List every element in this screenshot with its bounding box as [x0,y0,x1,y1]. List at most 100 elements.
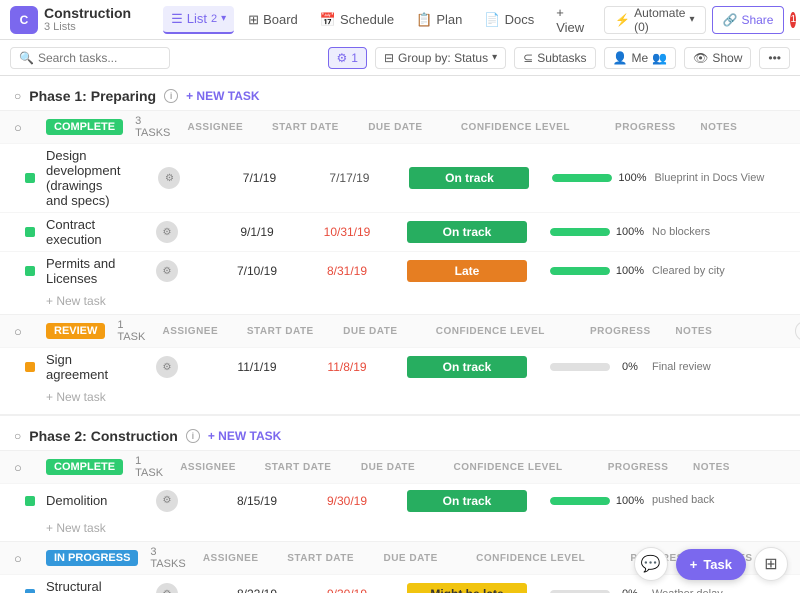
search-input[interactable] [38,51,158,65]
tab-view-label: + View [556,5,584,35]
app-subtitle: 3 Lists [44,21,135,34]
review-badge: REVIEW [46,323,105,339]
review-task-count: 1 TASK [117,319,145,343]
search-box[interactable]: 🔍 [10,47,170,69]
list-icon: ☰ [171,11,183,27]
tab-plan[interactable]: 📋 Plan [408,6,470,34]
assignee-cell: ⚙ [124,167,214,189]
phase2-complete-section: ○ COMPLETE 1 TASK ASSIGNEE START DATE DU… [0,450,800,541]
confidence-col-header2: CONFIDENCE LEVEL [415,326,565,337]
task-name[interactable]: Contract execution [46,217,122,247]
new-task-row3[interactable]: + New task [0,517,800,541]
table-row: Demolition ⚙ 8/15/19 9/30/19 On track 10… [0,483,800,517]
task-name[interactable]: Design development (drawings and specs) [46,148,124,208]
due-date-cell: 9/30/19 [302,587,392,593]
top-nav: C Construction 3 Lists ☰ List 2 ▾ ⊞ Boar… [0,0,800,40]
add-task-fab-button[interactable]: + Task [676,549,746,580]
main-content: ○ Phase 1: Preparing i + NEW TASK ○ COMP… [0,76,800,593]
phase2-new-task-button[interactable]: + NEW TASK [208,429,281,443]
phase1-header: ○ Phase 1: Preparing i + NEW TASK [0,76,800,110]
confidence-cell: On track [392,221,542,243]
tab-view[interactable]: + View [548,6,592,34]
app-icon: C [10,6,38,34]
assignee-cell: ⚙ [122,356,212,378]
assignee-cell: ⚙ [122,221,212,243]
table-row: Design development (drawings and specs) … [0,143,800,212]
start-date-cell: 9/1/19 [212,225,302,239]
review-toggle[interactable]: ○ [14,324,46,339]
chat-fab-button[interactable]: 💬 [634,547,668,581]
assignee-cell: ⚙ [122,260,212,282]
confidence-cell: On track [394,167,544,189]
task-dot [25,173,35,183]
phase1-new-task-button[interactable]: + NEW TASK [186,89,259,103]
more-button[interactable]: ••• [759,47,790,69]
grid-fab-button[interactable]: ⊞ [754,547,788,581]
notes-col-header2: NOTES [675,326,795,337]
phase1-toggle[interactable]: ○ [14,89,21,103]
tab-board[interactable]: ⊞ Board [240,6,306,34]
me-button[interactable]: 👤 Me 👥 [604,47,677,69]
confidence-badge: On track [409,167,529,189]
inprogress-badge: IN PROGRESS [46,550,138,566]
phase2-title: Phase 2: Construction [29,428,178,444]
phase2-header: ○ Phase 2: Construction i + NEW TASK [0,414,800,450]
more-icon: ••• [768,51,781,65]
task-name[interactable]: Demolition [46,493,122,508]
tab-docs-label: Docs [505,12,535,27]
phase2-info-icon[interactable]: i [186,429,200,443]
notes-cell: No blockers [652,225,772,239]
notes-cell: Cleared by city [652,264,772,278]
due-date-cell: 8/31/19 [302,264,392,278]
progress-cell: 0% [542,588,652,593]
phase1-complete-section: ○ COMPLETE 3 TASKS ASSIGNEE START DATE D… [0,110,800,314]
complete-badge: COMPLETE [46,119,123,135]
new-task-row[interactable]: + New task [0,290,800,314]
task-dot [25,227,35,237]
toolbar: 🔍 ⚙ 1 ⊟ Group by: Status ▾ ⊆ Subtasks 👤 … [0,40,800,76]
assignee-cell: ⚙ [122,583,212,593]
docs-icon: 📄 [484,12,500,28]
start-date-cell: 8/15/19 [212,494,302,508]
tab-docs[interactable]: 📄 Docs [476,6,542,34]
tab-list-label: List [187,11,207,26]
complete2-toggle[interactable]: ○ [14,460,46,475]
task-name[interactable]: Permits and Licenses [46,256,122,286]
phase1-info-icon[interactable]: i [164,89,178,103]
group-icon: ⊟ [384,51,394,65]
share-icon: 🔗 [723,13,738,27]
group-by-button[interactable]: ⊟ Group by: Status ▾ [375,47,506,69]
chevron-down-icon: ▾ [221,13,226,24]
filter-count: 1 [351,51,358,65]
subtasks-button[interactable]: ⊆ Subtasks [514,47,595,69]
phase1-review-section: ○ REVIEW 1 TASK ASSIGNEE START DATE DUE … [0,314,800,410]
table-row: Sign agreement ⚙ 11/1/19 11/8/19 On trac… [0,347,800,386]
show-button[interactable]: 👁 Show [684,47,751,69]
tab-schedule[interactable]: 📅 Schedule [312,6,402,34]
phase1-complete-header: ○ COMPLETE 3 TASKS ASSIGNEE START DATE D… [0,110,800,143]
tab-list[interactable]: ☰ List 2 ▾ [163,6,234,34]
share-button[interactable]: 🔗 Share [712,6,785,34]
filter-button[interactable]: ⚙ 1 [328,47,367,69]
task-name[interactable]: Structural buildout [46,579,122,593]
task-dot [25,589,35,593]
tab-schedule-label: Schedule [340,12,394,27]
assignee-col-header2: ASSIGNEE [145,326,235,337]
new-task-row2[interactable]: + New task [0,386,800,410]
phase1-review-header: ○ REVIEW 1 TASK ASSIGNEE START DATE DUE … [0,314,800,347]
complete2-badge: COMPLETE [46,459,123,475]
complete-toggle[interactable]: ○ [14,120,46,135]
task-dot [25,362,35,372]
tab-plan-label: Plan [436,12,462,27]
progress-cell: 100% [542,265,652,277]
add-column-button2[interactable]: + [795,321,800,341]
show-icon: 👁 [693,51,708,65]
avatar: ⚙ [156,260,178,282]
automate-button[interactable]: ⚡ Automate (0) ▾ [604,6,705,34]
inprogress-toggle[interactable]: ○ [14,551,46,566]
progress-col-header: PROGRESS [590,122,700,133]
notification-badge[interactable]: 1 [790,12,796,28]
task-name[interactable]: Sign agreement [46,352,122,382]
phase2-toggle[interactable]: ○ [14,429,21,443]
start-date-cell: 7/10/19 [212,264,302,278]
